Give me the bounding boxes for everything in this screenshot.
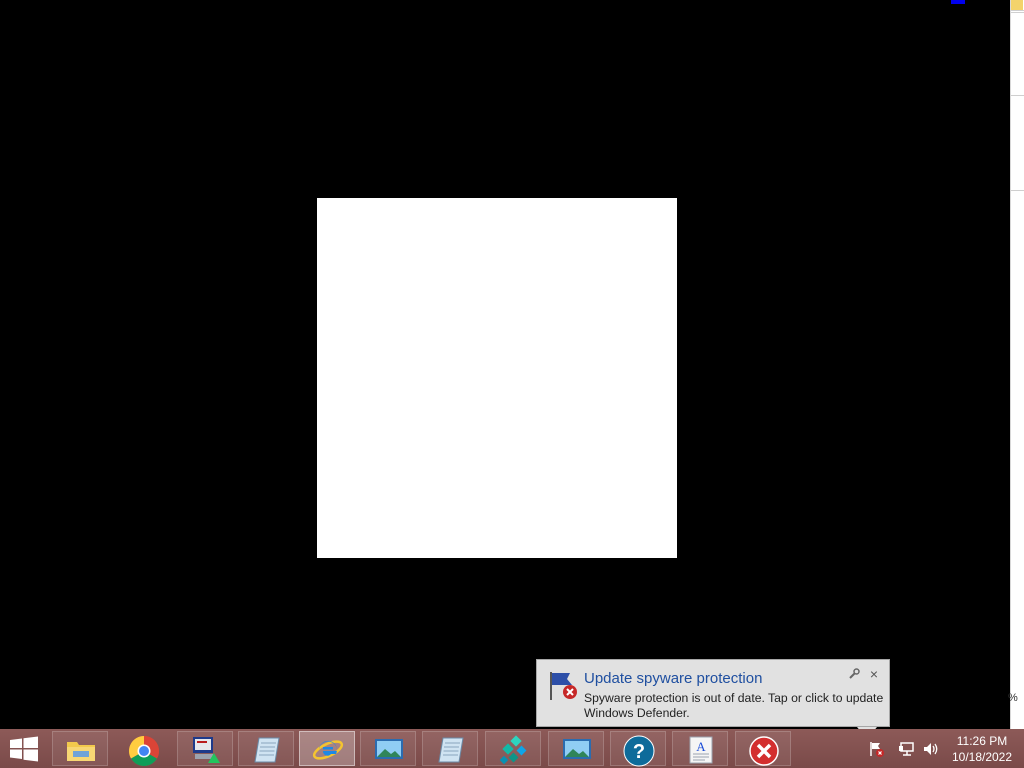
defender-notification[interactable]: Update spyware protection Spyware protec…	[536, 659, 890, 739]
taskbar-network-tool[interactable]	[485, 731, 541, 766]
clock-date: 10/18/2022	[951, 750, 1013, 764]
error-icon	[749, 736, 779, 766]
action-center-flag-icon	[546, 669, 582, 703]
svg-text:A: A	[696, 739, 706, 754]
percent-fragment: %	[1008, 692, 1018, 704]
svg-text:?: ?	[633, 741, 645, 763]
clock-time: 11:26 PM	[956, 734, 1008, 748]
chrome-icon	[128, 736, 160, 767]
action-center-flag-icon[interactable]	[868, 740, 886, 758]
taskbar-notepad[interactable]	[238, 731, 294, 766]
taskbar-image-viewer-2[interactable]	[548, 731, 604, 766]
corner-marker	[1011, 0, 1023, 10]
taskbar-notepad-2[interactable]	[422, 731, 478, 766]
edge-scrollbar[interactable]	[1010, 0, 1024, 729]
notification-title[interactable]: Update spyware protection	[584, 670, 762, 687]
taskbar-app-monitor[interactable]	[177, 731, 233, 766]
taskbar-google-chrome[interactable]	[115, 731, 171, 767]
volume-icon[interactable]	[922, 740, 940, 758]
taskbar-internet-explorer[interactable]	[299, 731, 355, 766]
windows-logo-icon	[10, 736, 38, 762]
notification-message[interactable]: Spyware protection is out of date. Tap o…	[584, 691, 884, 721]
taskbar: ? A 11:26 PM 10/18/2022	[0, 729, 1024, 768]
folder-icon	[67, 742, 95, 761]
taskbar-file-explorer[interactable]	[52, 731, 108, 766]
network-icon	[499, 735, 527, 765]
desktop[interactable]: %	[0, 0, 1024, 729]
wrench-icon[interactable]	[847, 667, 861, 681]
notepad-icon	[438, 737, 464, 763]
notepad-icon	[254, 737, 280, 763]
taskbar-help[interactable]: ?	[610, 731, 666, 767]
taskbar-image-viewer[interactable]	[360, 731, 416, 766]
picture-icon	[563, 739, 591, 759]
close-icon[interactable]: ×	[867, 666, 881, 682]
start-button[interactable]	[8, 736, 40, 762]
monitor-app-icon	[193, 737, 220, 763]
network-icon[interactable]	[898, 740, 916, 758]
blank-window[interactable]	[317, 198, 677, 558]
taskbar-clock[interactable]: 11:26 PM 10/18/2022	[946, 733, 1018, 765]
help-icon: ?	[623, 735, 655, 767]
picture-icon	[375, 739, 403, 759]
window-fragment	[951, 0, 965, 4]
taskbar-wordpad[interactable]: A	[672, 731, 728, 766]
taskbar-error-app[interactable]	[735, 731, 791, 766]
ie-icon	[312, 740, 344, 760]
wordpad-icon: A	[689, 736, 713, 764]
